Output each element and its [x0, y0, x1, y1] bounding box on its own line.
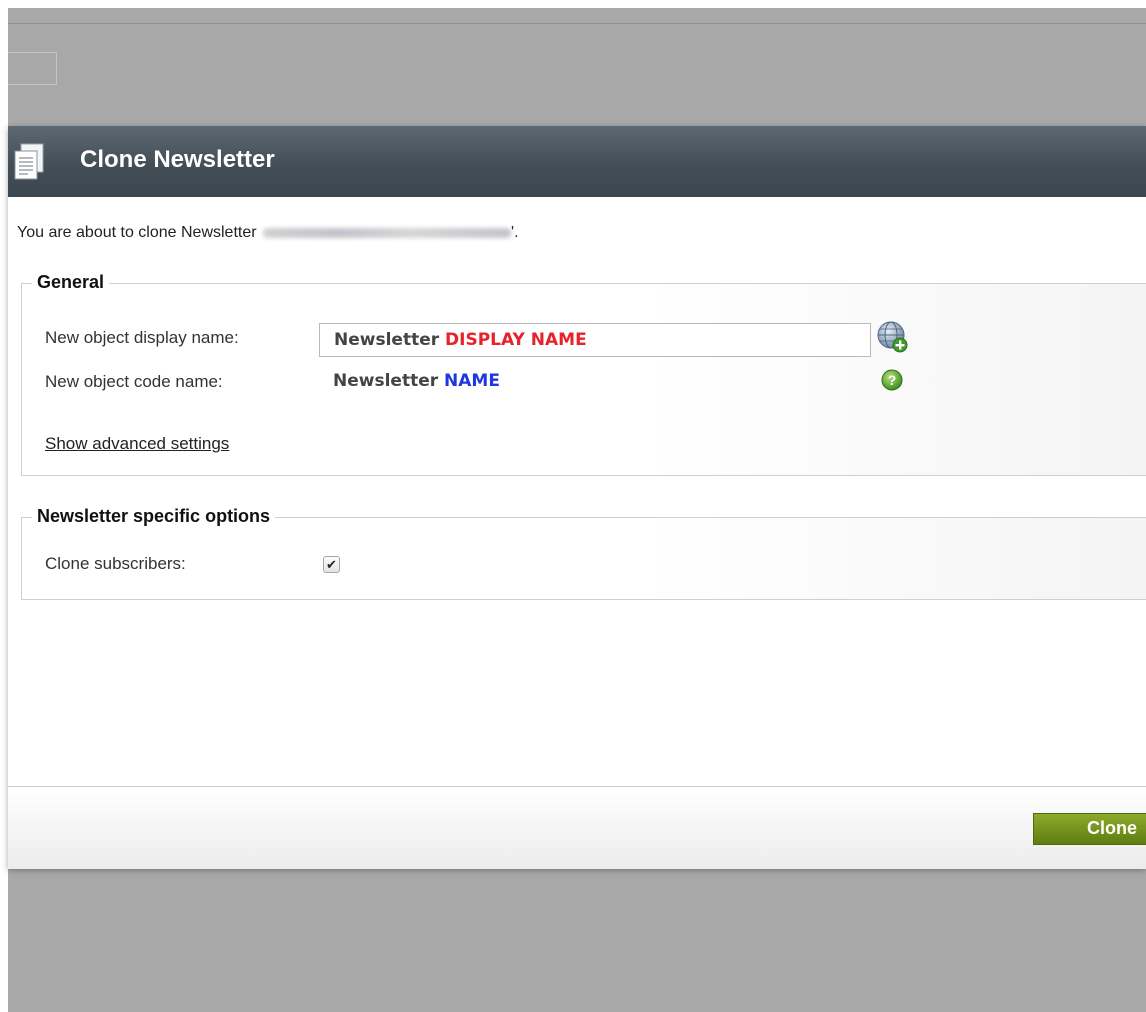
overlay-divider	[8, 23, 1146, 24]
general-legend: General	[32, 272, 110, 293]
background-field	[8, 52, 57, 85]
code-name-value: Newsletter NAME	[333, 371, 500, 391]
dialog-title: Clone Newsletter	[80, 146, 275, 173]
options-legend: Newsletter specific options	[32, 506, 276, 527]
code-name-label: New object code name:	[45, 372, 223, 391]
general-fieldset: General New object display name: Newslet…	[21, 272, 1146, 476]
dialog-header: Clone Newsletter	[8, 126, 1146, 197]
clone-subscribers-label: Clone subscribers:	[45, 554, 186, 573]
help-icon[interactable]: ?	[881, 369, 903, 391]
clone-dialog: Clone Newsletter You are about to clone …	[8, 126, 1146, 869]
show-advanced-settings-link[interactable]: Show advanced settings	[45, 434, 229, 454]
display-name-label: New object display name:	[45, 328, 239, 347]
redacted-newsletter-name	[263, 227, 512, 238]
intro-text: You are about to clone Newsletter '.	[17, 224, 519, 242]
svg-text:?: ?	[888, 372, 897, 388]
document-icon	[14, 143, 44, 180]
display-name-value-plain: Newsletter	[334, 330, 446, 350]
globe-add-icon[interactable]	[875, 320, 909, 354]
code-name-value-plain: Newsletter	[333, 371, 445, 391]
display-name-input[interactable]: Newsletter DISPLAY NAME	[319, 323, 871, 357]
intro-prefix: You are about to clone Newsletter	[17, 224, 257, 241]
clone-subscribers-checkbox[interactable]: ✔	[323, 556, 340, 573]
clone-button[interactable]: Clone	[1033, 813, 1146, 845]
intro-suffix: '.	[511, 224, 519, 241]
newsletter-options-fieldset: Newsletter specific options Clone subscr…	[21, 506, 1146, 600]
dialog-footer: Clone	[8, 786, 1146, 869]
display-name-value-highlight: DISPLAY NAME	[445, 330, 587, 350]
code-name-value-highlight: NAME	[444, 371, 500, 391]
